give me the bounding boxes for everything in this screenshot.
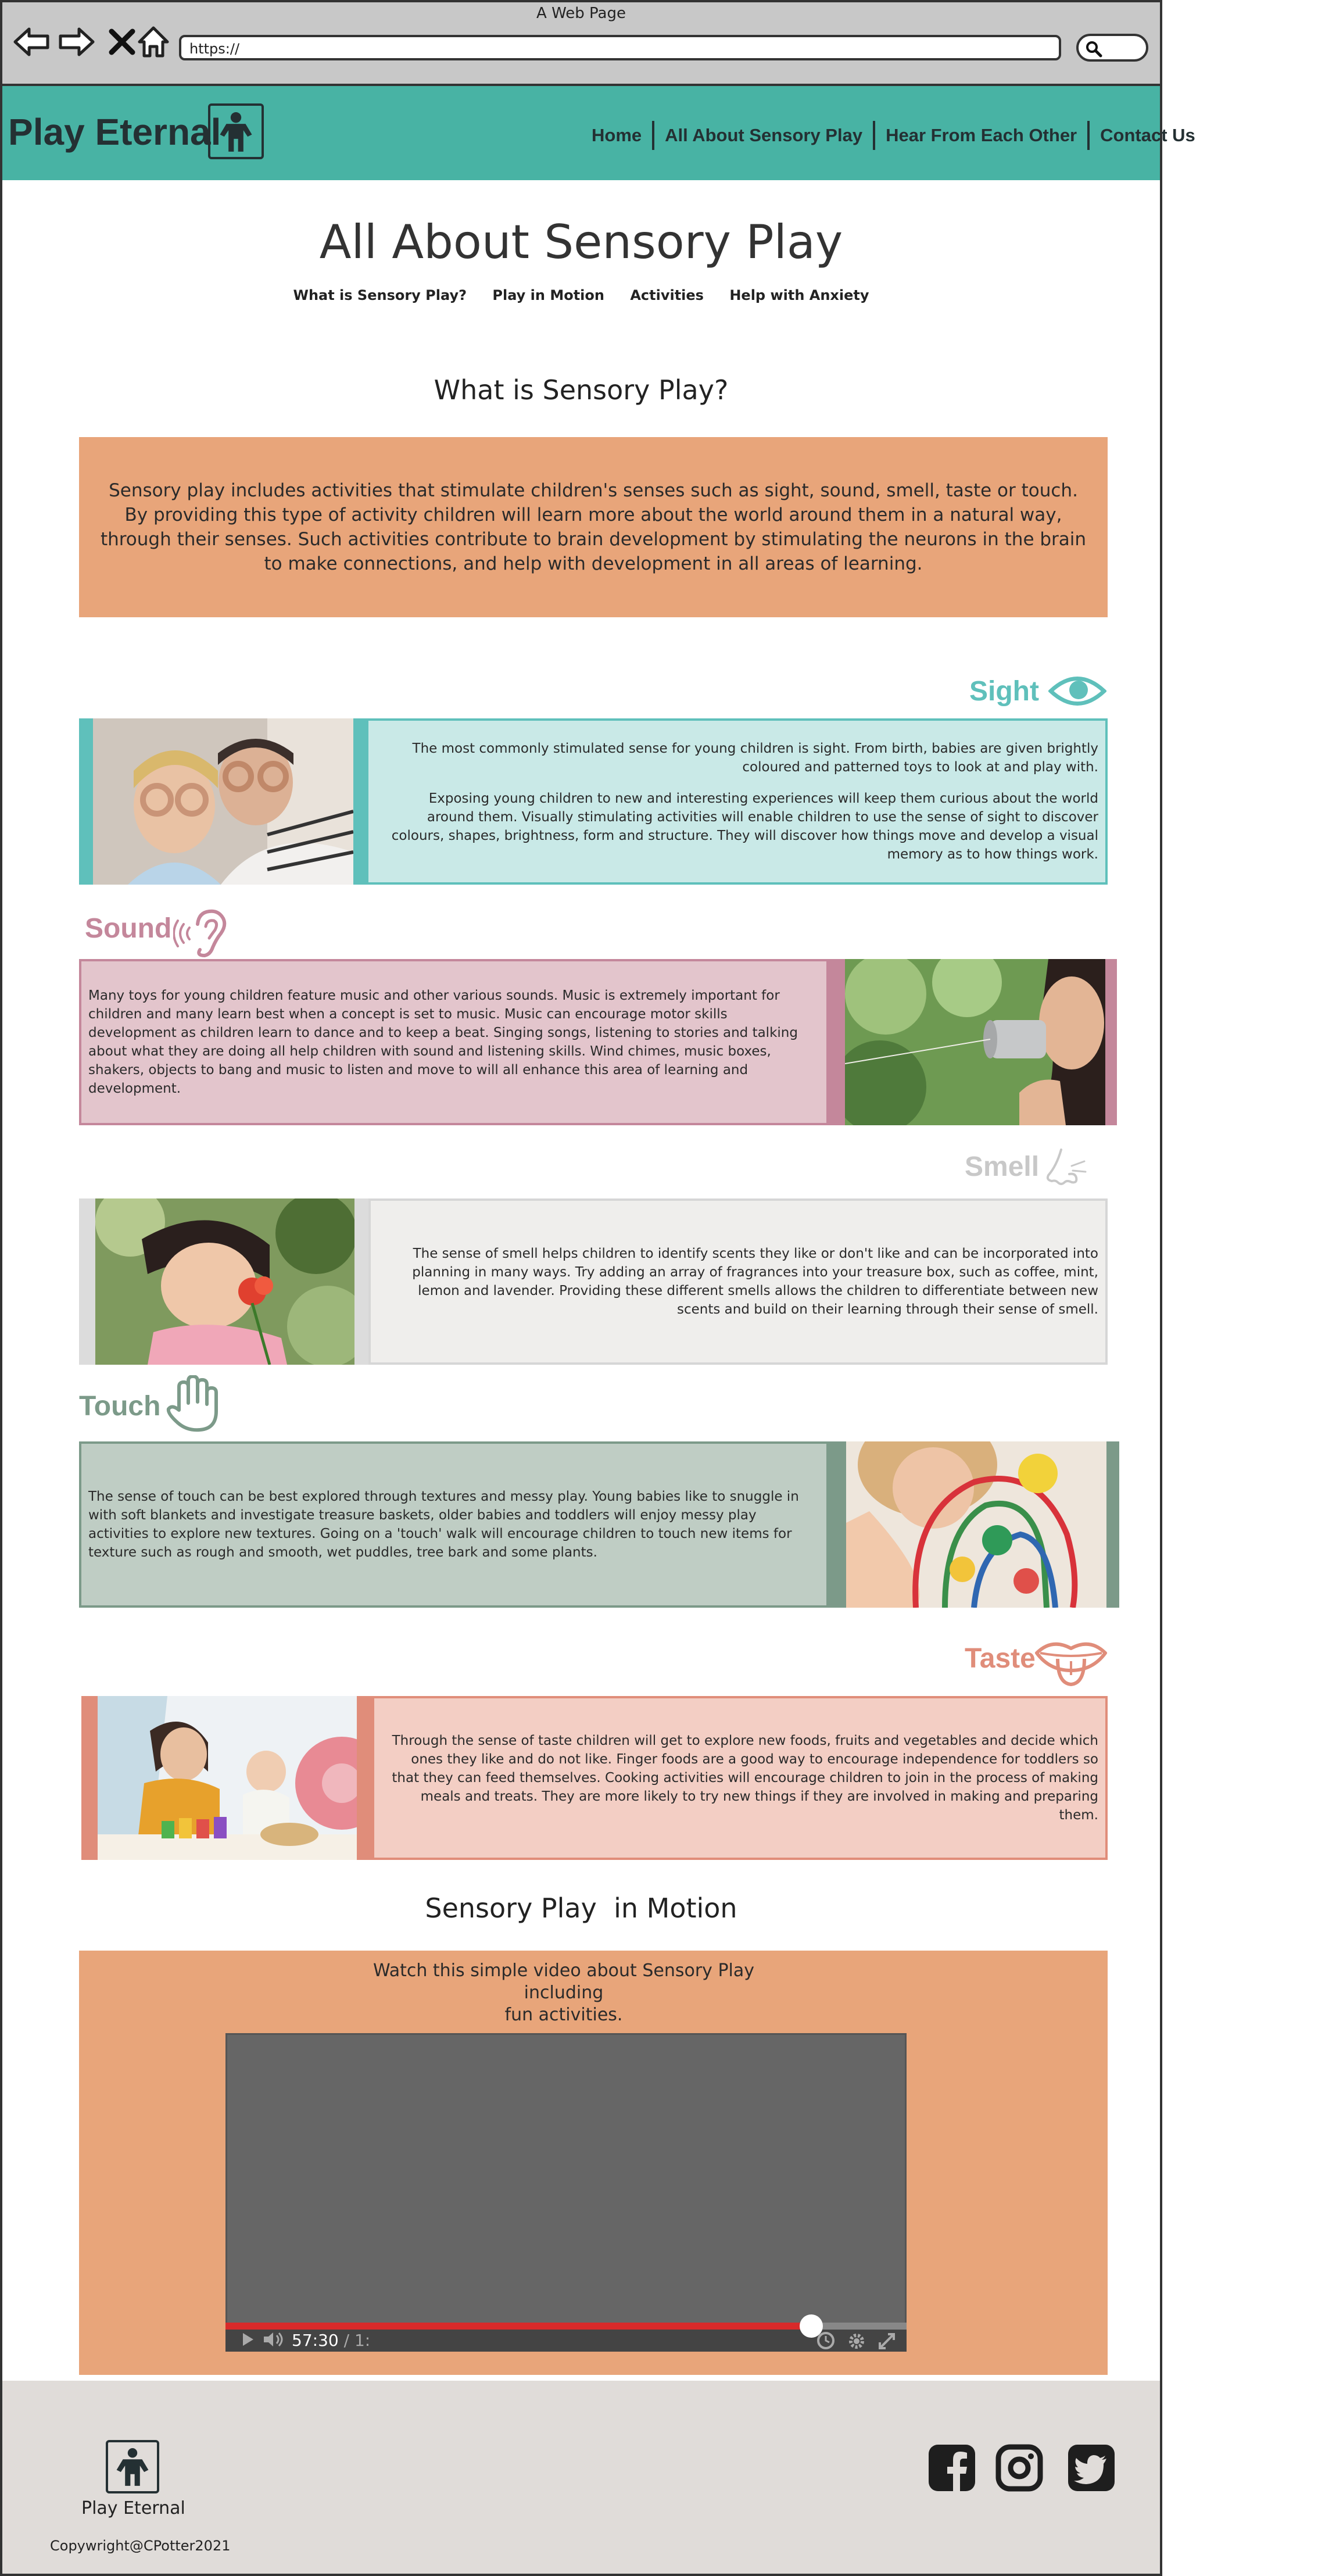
taste-label: Taste: [965, 1643, 1036, 1674]
instagram-icon[interactable]: [995, 2443, 1044, 2492]
motion-caption: Watch this simple video about Sensory Pl…: [372, 1960, 755, 2026]
subnav-play-in-motion[interactable]: Play in Motion: [492, 287, 604, 303]
intro-box: Sensory play includes activities that st…: [79, 437, 1108, 617]
settings-gear-icon[interactable]: [846, 2331, 867, 2352]
smell-label: Smell: [965, 1151, 1040, 1182]
taste-photo: [98, 1696, 357, 1860]
motion-caption-line-1: Watch this simple video about Sensory Pl…: [373, 1960, 755, 1981]
sound-label: Sound: [85, 913, 172, 944]
ear-icon: [173, 909, 227, 958]
touch-text: The sense of touch can be best explored …: [88, 1444, 809, 1605]
copyright-text: Copywright@CPotter2021: [50, 2538, 231, 2554]
section-nav: What is Sensory Play? Play in Motion Act…: [0, 287, 1162, 303]
motion-caption-line-2: including: [524, 1983, 604, 2003]
sight-photo: [93, 718, 353, 885]
search-icon: [1086, 41, 1102, 58]
video-player[interactable]: [225, 2033, 907, 2352]
nav-hear-from-each-other[interactable]: Hear From Each Other: [875, 125, 1087, 146]
footer-child-logo-icon[interactable]: [106, 2440, 159, 2493]
smell-text: The sense of smell helps children to ide…: [380, 1201, 1098, 1362]
facebook-icon[interactable]: [927, 2443, 976, 2492]
url-bar[interactable]: https://: [179, 35, 1061, 60]
taste-paragraph: Through the sense of taste children will…: [392, 1733, 1098, 1823]
sound-paragraph: Many toys for young children feature mus…: [88, 988, 798, 1096]
nav-home[interactable]: Home: [581, 125, 652, 146]
forward-arrow-icon[interactable]: [58, 24, 95, 59]
fullscreen-icon[interactable]: [876, 2331, 897, 2352]
subnav-help-with-anxiety[interactable]: Help with Anxiety: [729, 287, 869, 303]
tongue-lips-icon: [1035, 1642, 1107, 1687]
browser-search-button[interactable]: [1076, 34, 1148, 62]
volume-icon[interactable]: [263, 2331, 286, 2348]
intro-heading: What is Sensory Play?: [434, 374, 729, 406]
video-progress-fill: [225, 2323, 811, 2330]
touch-label: Touch: [79, 1391, 161, 1422]
page-title: All About Sensory Play: [319, 215, 843, 269]
sound-photo: [845, 959, 1105, 1125]
footer-brand-name: Play Eternal: [81, 2498, 185, 2518]
clock-icon[interactable]: [816, 2331, 836, 2350]
touch-paragraph: The sense of touch can be best explored …: [88, 1489, 799, 1560]
intro-text: Sensory play includes activities that st…: [100, 480, 1087, 574]
back-arrow-icon[interactable]: [13, 24, 50, 59]
home-icon[interactable]: [135, 24, 172, 59]
sound-text: Many toys for young children feature mus…: [88, 961, 809, 1123]
nose-icon: [1046, 1149, 1087, 1185]
eye-icon: [1048, 677, 1106, 706]
child-logo-icon[interactable]: [208, 103, 264, 159]
touch-photo: [846, 1441, 1106, 1608]
subnav-activities[interactable]: Activities: [630, 287, 704, 303]
motion-caption-line-3: fun activities.: [504, 2005, 623, 2025]
video-time: 57:30 / 1:: [292, 2331, 370, 2350]
video-total-time: / 1:: [343, 2331, 371, 2350]
brand-name[interactable]: Play Eternal: [8, 110, 221, 153]
smell-photo: [95, 1198, 354, 1365]
motion-heading: Sensory Play in Motion: [425, 1892, 737, 1924]
twitter-icon[interactable]: [1067, 2443, 1116, 2492]
play-icon[interactable]: [241, 2331, 256, 2348]
subnav-what-is-sensory-play[interactable]: What is Sensory Play?: [293, 287, 467, 303]
main-nav: Home All About Sensory Play Hear From Ea…: [581, 121, 1206, 150]
taste-text: Through the sense of taste children will…: [384, 1698, 1098, 1858]
video-current-time: 57:30: [292, 2331, 339, 2350]
hand-icon: [166, 1375, 218, 1432]
nav-contact-us[interactable]: Contact Us: [1090, 125, 1206, 146]
smell-paragraph: The sense of smell helps children to ide…: [412, 1246, 1098, 1317]
nav-all-about-sensory-play[interactable]: All About Sensory Play: [654, 125, 873, 146]
sight-text: The most commonly stimulated sense for y…: [378, 721, 1098, 882]
sight-label: Sight: [969, 676, 1039, 707]
sight-paragraph-1: The most commonly stimulated sense for y…: [412, 741, 1098, 775]
sight-paragraph-2: Exposing young children to new and inter…: [391, 791, 1098, 862]
window-title: A Web Page: [536, 5, 626, 22]
